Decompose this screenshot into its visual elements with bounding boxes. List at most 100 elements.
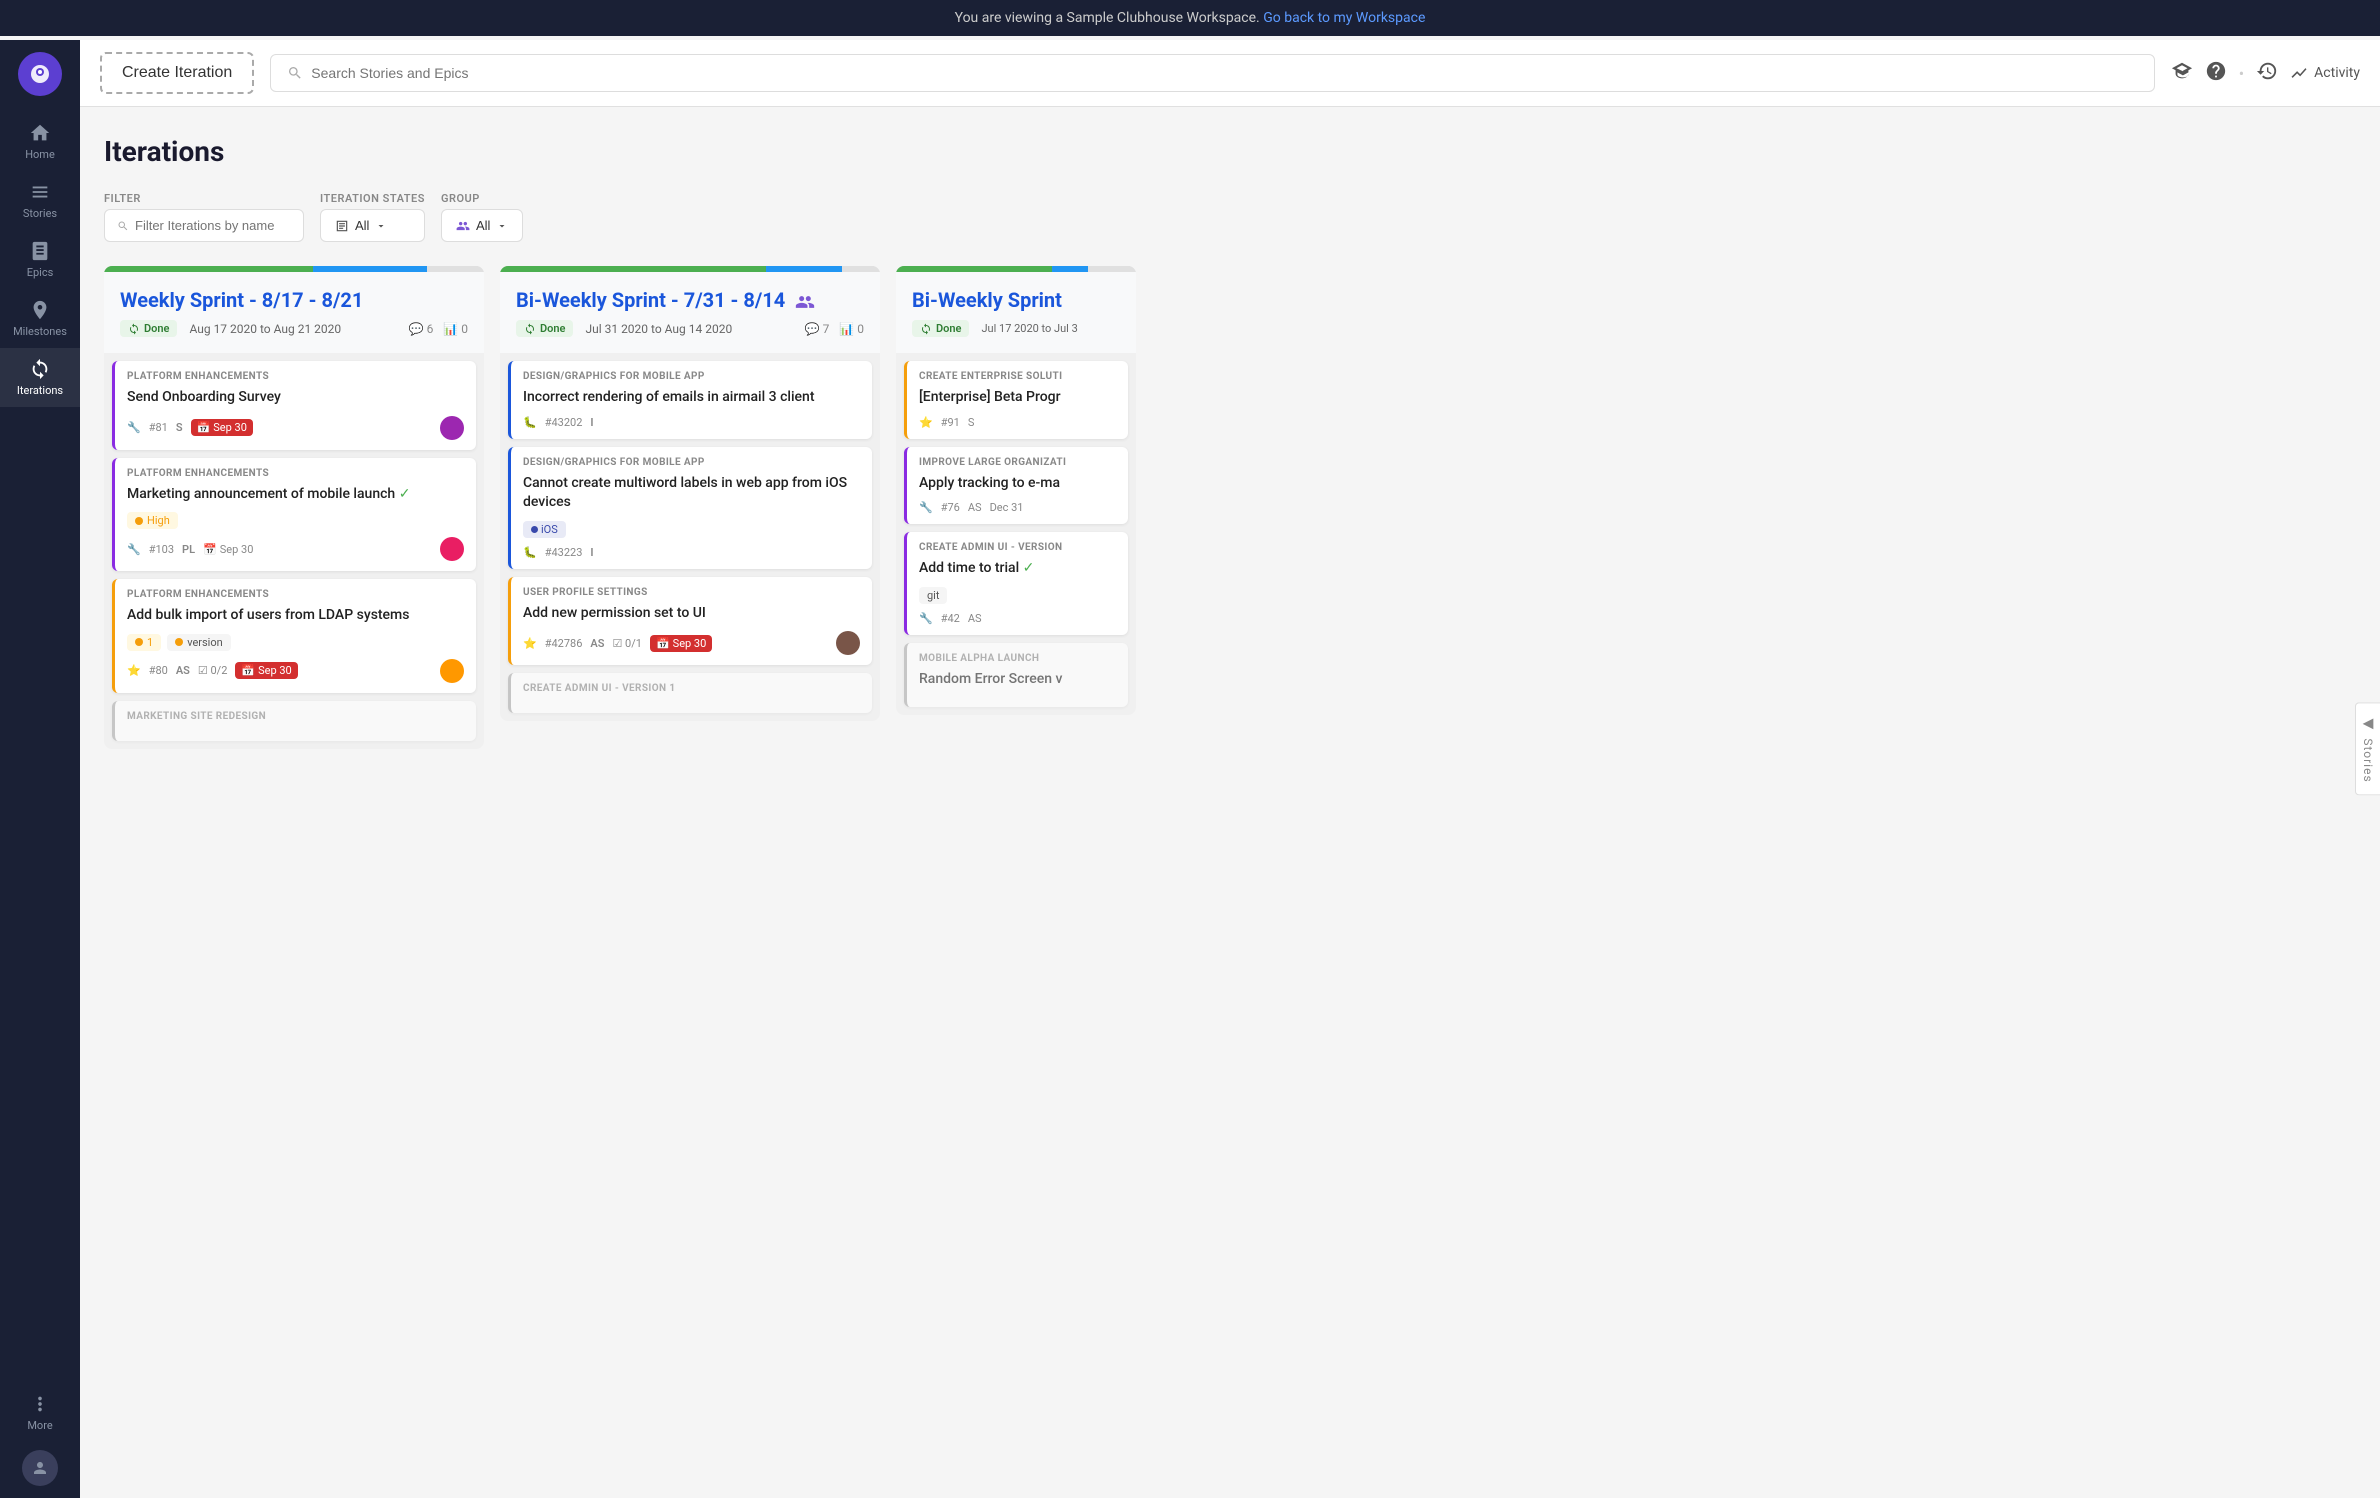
checklist-7: ☑ 0/1 (612, 637, 642, 650)
status-label-1: Done (144, 322, 169, 335)
group-value: All (476, 218, 490, 233)
story-date-7: 📅 Sep 30 (650, 635, 712, 652)
bug-icon-6: 🐛 (523, 546, 537, 559)
status-badge-3: Done (912, 320, 969, 337)
iteration-title-1[interactable]: Weekly Sprint - 8/17 - 8/21 (120, 288, 468, 312)
story-footer-7: ⭐ #42786 AS ☑ 0/1 📅 Sep 30 (523, 631, 860, 655)
progress-in-progress-3 (1052, 266, 1088, 272)
iteration-title-2[interactable]: Bi-Weekly Sprint - 7/31 - 8/14 (516, 288, 785, 312)
story-footer-5: 🐛 #43202 I (523, 416, 860, 429)
story-date-1: 📅 Sep 30 (191, 419, 253, 436)
status-label-2: Done (540, 322, 565, 335)
story-card-3[interactable]: PLATFORM ENHANCEMENTS Add bulk import of… (112, 579, 476, 693)
iteration-title-3[interactable]: Bi-Weekly Sprint (912, 288, 1120, 312)
story-date-10: Dec 31 (990, 501, 1024, 514)
story-title-12: Random Error Screen v (919, 670, 1116, 690)
story-section-10: IMPROVE LARGE ORGANIZATI (919, 457, 1116, 468)
group-dropdown[interactable]: All (441, 209, 523, 242)
progress-in-progress (313, 266, 427, 272)
story-card-8[interactable]: CREATE ADMIN UI - VERSION 1 (508, 673, 872, 713)
progress-done-3 (896, 266, 1052, 272)
iteration-header-3: Bi-Weekly Sprint Done Jul 17 2020 to Jul… (896, 272, 1136, 353)
history-icon[interactable] (2256, 60, 2278, 87)
sidebar-label-epics: Epics (27, 266, 54, 279)
progress-rest-3 (1088, 266, 1136, 272)
sidebar-item-iterations[interactable]: Iterations (0, 348, 80, 407)
story-title-3: Add bulk import of users from LDAP syste… (127, 606, 464, 626)
status-label-3: Done (936, 322, 961, 335)
story-tags-3: 1 version (127, 634, 464, 651)
bug-icon-5: 🐛 (523, 416, 537, 429)
story-date-3: 📅 Sep 30 (235, 662, 297, 679)
story-assignee-1: S (176, 421, 183, 434)
story-title-10: Apply tracking to e-ma (919, 474, 1116, 494)
task-icon-11: 🔧 (919, 612, 933, 625)
iteration-header-1: Weekly Sprint - 8/17 - 8/21 Done Aug 17 … (104, 272, 484, 353)
story-card-11[interactable]: CREATE ADMIN UI - VERSION Add time to tr… (904, 532, 1128, 635)
side-tab[interactable]: ◀ Stories (2355, 702, 2380, 795)
story-section-11: CREATE ADMIN UI - VERSION (919, 542, 1116, 553)
avatar-1 (440, 416, 464, 440)
top-banner: You are viewing a Sample Clubhouse Works… (0, 0, 2380, 36)
story-card-12[interactable]: MOBILE ALPHA LAUNCH Random Error Screen … (904, 643, 1128, 708)
iteration-meta-2: Done Jul 31 2020 to Aug 14 2020 💬 7 📊 0 (516, 320, 864, 337)
story-section-5: DESIGN/GRAPHICS FOR MOBILE APP (523, 371, 860, 382)
story-title-9: [Enterprise] Beta Progr (919, 388, 1116, 408)
story-footer-9: ⭐ #91 S (919, 416, 1116, 429)
story-card-10[interactable]: IMPROVE LARGE ORGANIZATI Apply tracking … (904, 447, 1128, 525)
story-assignee-5: I (590, 416, 593, 429)
story-card-5[interactable]: DESIGN/GRAPHICS FOR MOBILE APP Incorrect… (508, 361, 872, 439)
filter-iterations-input[interactable] (135, 218, 275, 233)
story-assignee-6: I (590, 546, 593, 559)
graduate-cap-icon[interactable] (2171, 60, 2193, 87)
tag-dot-3b (175, 638, 183, 646)
story-footer-6: 🐛 #43223 I (523, 546, 860, 559)
checklist-3: ☑ 0/2 (198, 664, 228, 677)
banner-link[interactable]: Go back to my Workspace (1263, 10, 1425, 26)
sidebar-item-home[interactable]: Home (0, 112, 80, 171)
iteration-body-2: DESIGN/GRAPHICS FOR MOBILE APP Incorrect… (500, 353, 880, 721)
date-range-3: Jul 17 2020 to Jul 3 (981, 322, 1077, 335)
sidebar-label-iterations: Iterations (17, 384, 63, 397)
feature-icon-3: ⭐ (127, 664, 141, 677)
side-tab-arrow: ◀ (2360, 715, 2376, 732)
sidebar-item-milestones[interactable]: Milestones (0, 289, 80, 348)
content-area: Iterations FILTER ITERATION STATES All (80, 107, 2380, 1498)
sidebar-label-more: More (27, 1419, 52, 1432)
iteration-col-1: Weekly Sprint - 8/17 - 8/21 Done Aug 17 … (104, 266, 484, 749)
status-badge-1: Done (120, 320, 177, 337)
activity-button[interactable]: Activity (2290, 64, 2360, 82)
avatar-7 (836, 631, 860, 655)
story-title-5: Incorrect rendering of emails in airmail… (523, 388, 860, 408)
story-card-9[interactable]: CREATE ENTERPRISE SOLUTI [Enterprise] Be… (904, 361, 1128, 439)
sidebar-item-more[interactable]: More (22, 1383, 58, 1442)
sidebar-item-stories[interactable]: Stories (0, 171, 80, 230)
group-people-icon (795, 292, 815, 316)
avatar-2 (440, 537, 464, 561)
iteration-meta-1: Done Aug 17 2020 to Aug 21 2020 💬 6 📊 0 (120, 320, 468, 337)
story-card-7[interactable]: USER PROFILE SETTINGS Add new permission… (508, 577, 872, 666)
story-id-5: #43202 (545, 416, 583, 429)
search-input[interactable] (311, 65, 2137, 81)
story-card-1[interactable]: PLATFORM ENHANCEMENTS Send Onboarding Su… (112, 361, 476, 450)
story-card-4[interactable]: MARKETING SITE REDESIGN (112, 701, 476, 741)
completed-check-2: ✓ (399, 486, 411, 502)
sidebar-item-epics[interactable]: Epics (0, 230, 80, 289)
iteration-header-2: Bi-Weekly Sprint - 7/31 - 8/14 Done Jul … (500, 272, 880, 353)
group-chevron-icon (496, 220, 508, 232)
story-assignee-3: AS (176, 664, 190, 677)
story-id-9: #91 (941, 416, 960, 429)
main-area: Create Iteration • Activity (80, 40, 2380, 1498)
sidebar-logo[interactable] (18, 52, 62, 96)
date-range-1: Aug 17 2020 to Aug 21 2020 (189, 322, 341, 336)
iteration-states-dropdown[interactable]: All (320, 209, 425, 242)
user-avatar[interactable] (22, 1450, 58, 1486)
story-card-2[interactable]: PLATFORM ENHANCEMENTS Marketing announce… (112, 458, 476, 572)
story-section-12: MOBILE ALPHA LAUNCH (919, 653, 1116, 664)
iterations-grid: Weekly Sprint - 8/17 - 8/21 Done Aug 17 … (104, 266, 2356, 765)
story-card-6[interactable]: DESIGN/GRAPHICS FOR MOBILE APP Cannot cr… (508, 447, 872, 569)
progress-in-progress-2 (766, 266, 842, 272)
create-iteration-button[interactable]: Create Iteration (100, 52, 254, 94)
question-icon[interactable] (2205, 60, 2227, 87)
check-11: ✓ (1023, 560, 1035, 576)
